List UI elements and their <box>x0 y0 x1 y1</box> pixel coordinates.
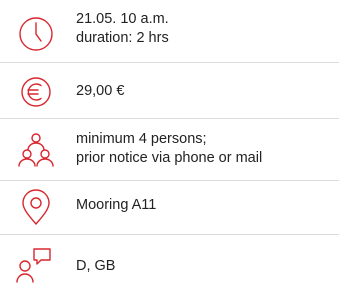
divider <box>0 234 339 235</box>
group-icon <box>16 130 56 170</box>
divider <box>0 118 339 119</box>
price-text: 29,00 € <box>76 82 124 101</box>
event-details-list: 21.05. 10 a.m. duration: 2 hrs 29,00 € m… <box>0 0 339 290</box>
time-duration-text: 21.05. 10 a.m. duration: 2 hrs <box>76 10 169 48</box>
minimum-persons-label: minimum 4 persons; <box>76 131 207 147</box>
clock-icon <box>16 14 56 54</box>
location-pin-icon <box>16 188 56 228</box>
divider <box>0 180 339 181</box>
date-time-label: 21.05. 10 a.m. <box>76 11 169 27</box>
group-notice-text: minimum 4 persons; prior notice via phon… <box>76 130 262 168</box>
languages-text: D, GB <box>76 257 115 276</box>
price-label: 29,00 € <box>76 83 125 99</box>
mooring-label: Mooring A11 <box>76 197 157 213</box>
languages-label: D, GB <box>76 258 116 274</box>
prior-notice-label: prior notice via phone or mail <box>76 150 263 166</box>
divider <box>0 62 339 63</box>
speech-bubble-person-icon <box>16 246 56 286</box>
euro-icon <box>16 72 56 112</box>
location-text: Mooring A11 <box>76 196 156 215</box>
duration-label: duration: 2 hrs <box>76 30 169 46</box>
